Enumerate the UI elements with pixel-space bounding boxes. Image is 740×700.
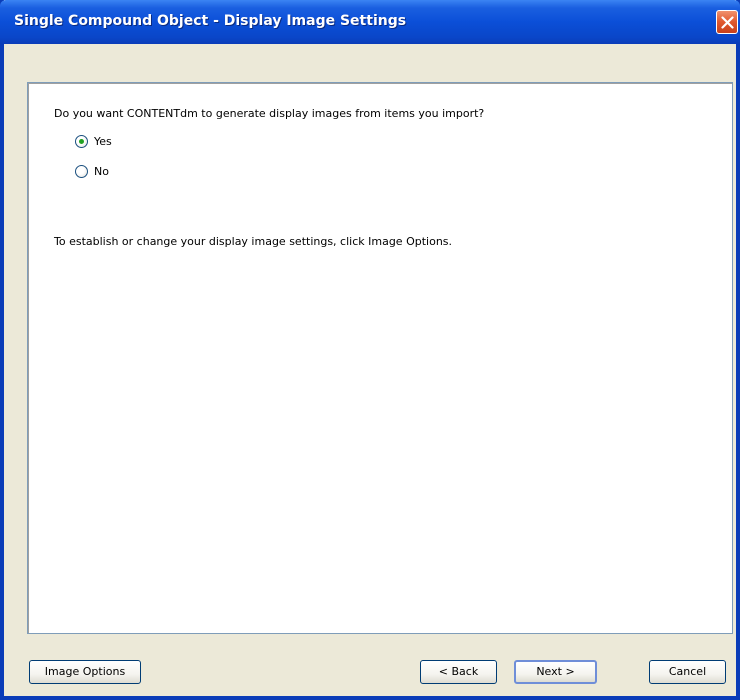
instruction-text: To establish or change your display imag… <box>54 235 453 248</box>
close-button[interactable] <box>716 10 738 34</box>
radio-no-circle[interactable] <box>75 164 88 178</box>
radio-no[interactable]: No <box>75 163 109 179</box>
next-button[interactable]: Next > <box>514 660 597 684</box>
dialog-window: Single Compound Object - Display Image S… <box>0 0 740 700</box>
radio-selected-dot <box>79 138 84 144</box>
radio-yes[interactable]: Yes <box>75 133 112 149</box>
radio-no-label: No <box>94 164 109 178</box>
close-icon <box>721 16 734 29</box>
title-bar[interactable]: Single Compound Object - Display Image S… <box>0 0 740 44</box>
window-title: Single Compound Object - Display Image S… <box>14 13 407 29</box>
back-button[interactable]: < Back <box>420 660 497 684</box>
question-text: Do you want CONTENTdm to generate displa… <box>54 107 485 120</box>
cancel-button[interactable]: Cancel <box>649 660 726 684</box>
image-options-button[interactable]: Image Options <box>29 660 141 684</box>
radio-yes-label: Yes <box>94 134 112 148</box>
content-panel: Do you want CONTENTdm to generate displa… <box>27 82 733 634</box>
radio-yes-circle[interactable] <box>75 134 88 148</box>
